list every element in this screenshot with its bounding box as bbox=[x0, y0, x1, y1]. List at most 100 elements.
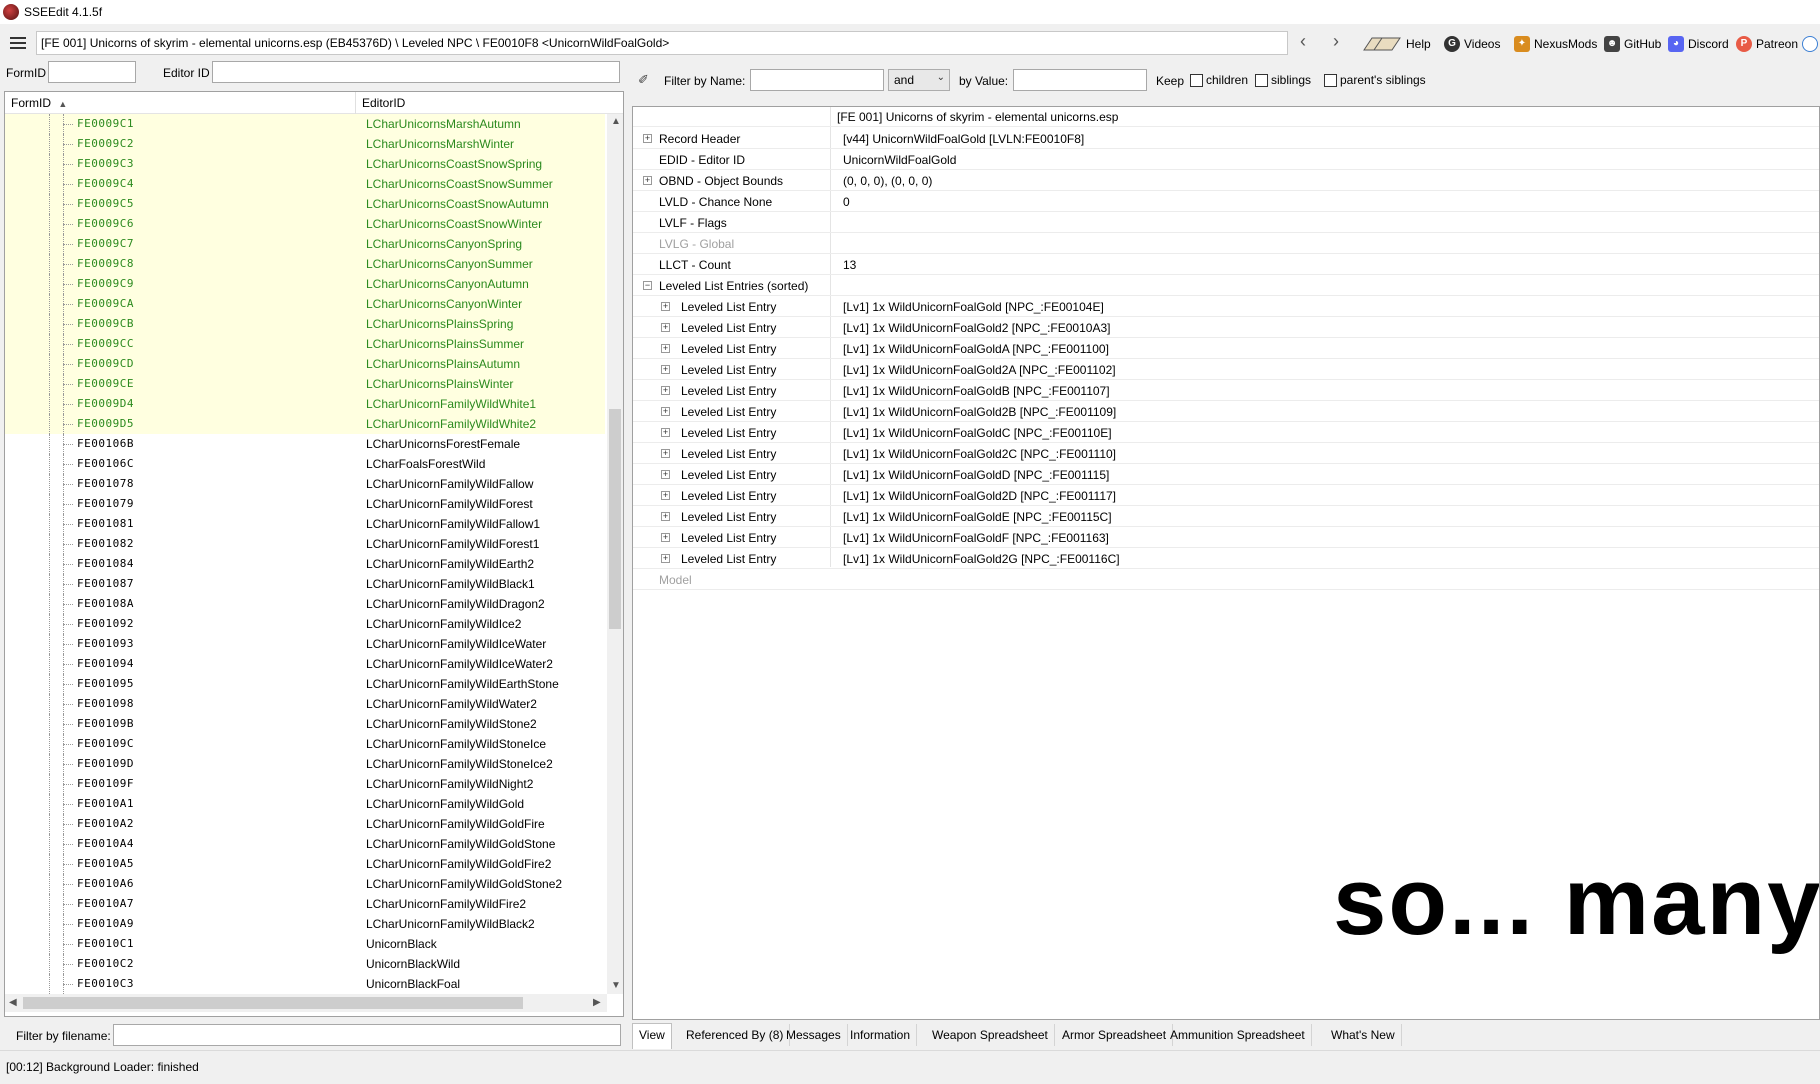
nexusmods-link[interactable]: ✦ NexusMods bbox=[1514, 35, 1597, 53]
tree-row[interactable]: FE00109D LCharUnicornFamilyWildStoneIce2 bbox=[5, 754, 605, 774]
scrollbar-thumb[interactable] bbox=[609, 409, 621, 629]
tab-what-s-new[interactable]: What's New bbox=[1325, 1024, 1402, 1046]
tab-referenced-by-8[interactable]: Referenced By (8) bbox=[680, 1024, 791, 1046]
keep-siblings-checkbox[interactable] bbox=[1255, 74, 1268, 87]
tab-armor-spreadsheet[interactable]: Armor Spreadsheet bbox=[1056, 1024, 1174, 1046]
tree-row[interactable]: FE001092 LCharUnicornFamilyWildIce2 bbox=[5, 614, 605, 634]
tree-row[interactable]: FE001078 LCharUnicornFamilyWildFallow bbox=[5, 474, 605, 494]
record-field-row[interactable]: LVLG - Global bbox=[633, 234, 1819, 254]
tree-row[interactable]: FE001084 LCharUnicornFamilyWildEarth2 bbox=[5, 554, 605, 574]
record-view[interactable]: [FE 001] Unicorns of skyrim - elemental … bbox=[632, 106, 1820, 1020]
pin-icon[interactable]: ✐ bbox=[638, 72, 649, 88]
record-field-row[interactable]: EDID - Editor ID UnicornWildFoalGold bbox=[633, 150, 1819, 170]
expand-icon[interactable]: + bbox=[661, 365, 670, 374]
filter-logic-select[interactable]: and ⌄ bbox=[888, 69, 950, 91]
record-field-row[interactable]: − Leveled List Entries (sorted) bbox=[633, 276, 1819, 296]
tree-row[interactable]: FE0010A4 LCharUnicornFamilyWildGoldStone bbox=[5, 834, 605, 854]
tree-row[interactable]: FE0010A7 LCharUnicornFamilyWildFire2 bbox=[5, 894, 605, 914]
tree-row[interactable]: FE0009C2 LCharUnicornsMarshWinter bbox=[5, 134, 605, 154]
tree-row[interactable]: FE00106B LCharUnicornsForestFemale bbox=[5, 434, 605, 454]
github-link[interactable]: ☻ GitHub bbox=[1604, 35, 1661, 53]
tree-row[interactable]: FE0009C4 LCharUnicornsCoastSnowSummer bbox=[5, 174, 605, 194]
expand-icon[interactable]: + bbox=[661, 491, 670, 500]
tab-weapon-spreadsheet[interactable]: Weapon Spreadsheet bbox=[926, 1024, 1055, 1046]
expand-icon[interactable]: + bbox=[661, 344, 670, 353]
column-divider[interactable] bbox=[355, 92, 356, 114]
tree-row[interactable]: FE0010C3 UnicornBlackFoal bbox=[5, 974, 605, 994]
tree-row[interactable]: FE0009CD LCharUnicornsPlainsAutumn bbox=[5, 354, 605, 374]
tree-row[interactable]: FE00109C LCharUnicornFamilyWildStoneIce bbox=[5, 734, 605, 754]
expand-icon[interactable]: + bbox=[661, 470, 670, 479]
tree-row[interactable]: FE0010A2 LCharUnicornFamilyWildGoldFire bbox=[5, 814, 605, 834]
record-field-row[interactable]: LVLD - Chance None 0 bbox=[633, 192, 1819, 212]
pane-splitter[interactable] bbox=[624, 58, 630, 1052]
vertical-scrollbar[interactable]: ▲ ▼ bbox=[607, 114, 623, 994]
tree-row[interactable]: FE0009C1 LCharUnicornsMarshAutumn bbox=[5, 114, 605, 134]
expand-icon[interactable]: + bbox=[661, 407, 670, 416]
tree-row[interactable]: FE00108A LCharUnicornFamilyWildDragon2 bbox=[5, 594, 605, 614]
chevron-right-icon[interactable]: › bbox=[1333, 32, 1339, 50]
tree-row[interactable]: FE0009C5 LCharUnicornsCoastSnowAutumn bbox=[5, 194, 605, 214]
record-field-row[interactable]: + Leveled List Entry [Lv1] 1x WildUnicornF… bbox=[633, 549, 1819, 569]
videos-link[interactable]: G Videos bbox=[1444, 35, 1500, 53]
keep-children-checkbox[interactable] bbox=[1190, 74, 1203, 87]
horizontal-scrollbar[interactable]: ◀ ▶ bbox=[5, 994, 607, 1012]
help-link[interactable]: Help bbox=[1362, 35, 1431, 53]
scroll-left-arrow-icon[interactable]: ◀ bbox=[9, 997, 17, 1008]
tree-row[interactable]: FE0010A5 LCharUnicornFamilyWildGoldFire2 bbox=[5, 854, 605, 874]
tree-row[interactable]: FE0009C3 LCharUnicornsCoastSnowSpring bbox=[5, 154, 605, 174]
tree-row[interactable]: FE0009CE LCharUnicornsPlainsWinter bbox=[5, 374, 605, 394]
tree-row[interactable]: FE0010C2 UnicornBlackWild bbox=[5, 954, 605, 974]
expand-icon[interactable]: + bbox=[661, 428, 670, 437]
filename-filter-input[interactable] bbox=[113, 1024, 621, 1046]
record-field-row[interactable]: LVLF - Flags bbox=[633, 213, 1819, 233]
record-field-row[interactable]: + Leveled List Entry [Lv1] 1x WildUnicornF… bbox=[633, 444, 1819, 464]
tree-row[interactable]: FE0009D4 LCharUnicornFamilyWildWhite1 bbox=[5, 394, 605, 414]
expand-icon[interactable]: + bbox=[661, 302, 670, 311]
discord-link[interactable]: ◕ Discord bbox=[1668, 35, 1729, 53]
record-field-row[interactable]: + Leveled List Entry [Lv1] 1x WildUnicornF… bbox=[633, 360, 1819, 380]
record-path-field[interactable]: [FE 001] Unicorns of skyrim - elemental … bbox=[36, 31, 1288, 55]
tree-row[interactable]: FE0010A1 LCharUnicornFamilyWildGold bbox=[5, 794, 605, 814]
tree-row[interactable]: FE001093 LCharUnicornFamilyWildIceWater bbox=[5, 634, 605, 654]
filter-name-input[interactable] bbox=[750, 69, 884, 91]
record-field-row[interactable]: Model bbox=[633, 570, 1819, 590]
tree-row[interactable]: FE0009C7 LCharUnicornsCanyonSpring bbox=[5, 234, 605, 254]
tree-row[interactable]: FE0009D5 LCharUnicornFamilyWildWhite2 bbox=[5, 414, 605, 434]
tab-messages[interactable]: Messages bbox=[780, 1024, 848, 1046]
expand-icon[interactable]: + bbox=[643, 176, 652, 185]
tree-row[interactable]: FE0009CB LCharUnicornsPlainsSpring bbox=[5, 314, 605, 334]
expand-icon[interactable]: + bbox=[643, 134, 652, 143]
record-field-row[interactable]: + Leveled List Entry [Lv1] 1x WildUnicornF… bbox=[633, 528, 1819, 548]
tab-view[interactable]: View bbox=[632, 1023, 672, 1049]
record-field-row[interactable]: + Record Header [v44] UnicornWildFoalGold … bbox=[633, 129, 1819, 149]
tree-row[interactable]: FE0009C6 LCharUnicornsCoastSnowWinter bbox=[5, 214, 605, 234]
expand-icon[interactable]: + bbox=[661, 449, 670, 458]
record-tree[interactable]: FormID ▲ EditorID FE0009C1 LCharUnicornsM… bbox=[4, 91, 624, 1017]
tree-row[interactable]: FE0010A6 LCharUnicornFamilyWildGoldStone2 bbox=[5, 874, 605, 894]
scroll-up-arrow-icon[interactable]: ▲ bbox=[611, 116, 621, 127]
tree-row[interactable]: FE0009CA LCharUnicornsCanyonWinter bbox=[5, 294, 605, 314]
tree-row[interactable]: FE00106C LCharFoalsForestWild bbox=[5, 454, 605, 474]
tree-row[interactable]: FE00109F LCharUnicornFamilyWildNight2 bbox=[5, 774, 605, 794]
record-field-row[interactable]: + Leveled List Entry [Lv1] 1x WildUnicornF… bbox=[633, 339, 1819, 359]
keep-parents-siblings-checkbox[interactable] bbox=[1324, 74, 1337, 87]
expand-icon[interactable]: + bbox=[661, 512, 670, 521]
record-field-row[interactable]: + Leveled List Entry [Lv1] 1x WildUnicornF… bbox=[633, 402, 1819, 422]
hamburger-menu-icon[interactable] bbox=[8, 35, 28, 51]
tree-row[interactable]: FE00109B LCharUnicornFamilyWildStone2 bbox=[5, 714, 605, 734]
record-field-row[interactable]: + Leveled List Entry [Lv1] 1x WildUnicornF… bbox=[633, 381, 1819, 401]
tree-row[interactable]: FE0009CC LCharUnicornsPlainsSummer bbox=[5, 334, 605, 354]
tree-row[interactable]: FE0010A9 LCharUnicornFamilyWildBlack2 bbox=[5, 914, 605, 934]
scroll-right-arrow-icon[interactable]: ▶ bbox=[593, 997, 601, 1008]
record-field-row[interactable]: + OBND - Object Bounds (0, 0, 0), (0, 0, 0… bbox=[633, 171, 1819, 191]
tree-row[interactable]: FE001095 LCharUnicornFamilyWildEarthStone bbox=[5, 674, 605, 694]
column-header-editorid[interactable]: EditorID bbox=[362, 96, 405, 110]
record-field-row[interactable]: + Leveled List Entry [Lv1] 1x WildUnicornF… bbox=[633, 318, 1819, 338]
tree-row[interactable]: FE001098 LCharUnicornFamilyWildWater2 bbox=[5, 694, 605, 714]
tree-row[interactable]: FE001082 LCharUnicornFamilyWildForest1 bbox=[5, 534, 605, 554]
chevron-left-icon[interactable]: ‹ bbox=[1300, 32, 1306, 50]
record-field-row[interactable]: LLCT - Count 13 bbox=[633, 255, 1819, 275]
patreon-link[interactable]: P Patreon bbox=[1736, 35, 1798, 53]
filter-value-input[interactable] bbox=[1013, 69, 1147, 91]
